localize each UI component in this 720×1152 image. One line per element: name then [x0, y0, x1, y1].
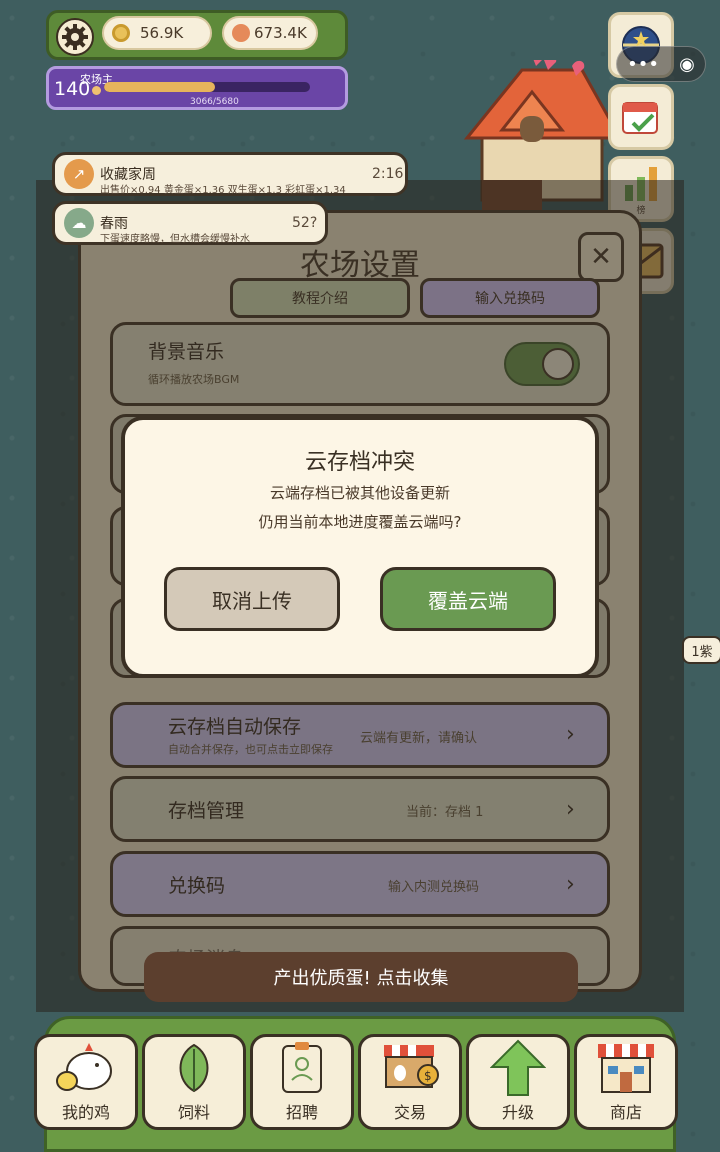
copper-coin-icon [232, 24, 250, 42]
shop-icon [598, 1044, 654, 1093]
nav-label: 招聘 [285, 1103, 318, 1122]
chevron-right-icon: › [566, 872, 575, 897]
nav-upgrade[interactable]: 升级 [466, 1034, 570, 1130]
upgrade-arrow-icon [490, 1039, 546, 1096]
nav-shop[interactable]: 商店 [574, 1034, 678, 1130]
weather-timer: 52? [292, 215, 318, 231]
cancel-upload-label: 取消上传 [212, 588, 292, 613]
tutorial-button[interactable]: 教程介绍 [230, 278, 410, 318]
nav-recruit[interactable]: 招聘 [250, 1034, 354, 1130]
market-stall-icon: $ [384, 1045, 439, 1088]
dialog-message-line-1: 云端存档已被其他设备更新 [269, 484, 450, 502]
redeem-code-value: 输入内测兑换码 [388, 880, 480, 895]
chevron-right-icon: › [566, 797, 575, 822]
close-button[interactable]: ✕ [578, 232, 624, 282]
tutorial-label: 教程介绍 [292, 291, 348, 307]
id-badge-icon [282, 1042, 322, 1093]
nav-feed[interactable]: 饲料 [142, 1034, 246, 1130]
dialog-title: 云存档冲突 [304, 450, 415, 475]
calendar-check-icon [622, 102, 658, 134]
nav-trade[interactable]: $ 交易 [358, 1034, 462, 1130]
event-description: 出售价×0.94 黄金蛋×1.36 双生蛋×1.3 彩虹蛋×1.34 [100, 185, 346, 196]
collect-eggs-toast[interactable]: 产出优质蛋! 点击收集 [144, 952, 578, 1002]
nav-label: 我的鸡 [61, 1103, 110, 1122]
nav-label: 饲料 [177, 1103, 210, 1122]
mini-program-capsule[interactable]: ••• ◉ [616, 46, 706, 82]
nav-label: 交易 [393, 1103, 426, 1122]
nav-label: 商店 [609, 1103, 642, 1122]
leaf-icon [179, 1043, 209, 1093]
checkin-button[interactable] [608, 84, 674, 150]
cloud-autosave-status: 云端有更新，请确认 [360, 731, 478, 746]
save-management-title: 存档管理 [168, 800, 245, 822]
redeem-code-label: 输入兑换码 [475, 291, 545, 307]
redeem-code-button[interactable]: 输入兑换码 [420, 278, 600, 318]
chevron-right-icon: › [566, 722, 575, 747]
overwrite-cloud-label: 覆盖云端 [428, 588, 508, 613]
close-icon: ✕ [590, 242, 612, 272]
nav-label: 升级 [501, 1103, 534, 1122]
coin-icon [112, 24, 130, 42]
xp-progress-fill [104, 82, 216, 92]
nav-my-chickens[interactable]: 我的鸡 [34, 1034, 138, 1130]
redeem-code-title: 兑换码 [168, 875, 226, 897]
event-timer: 2:16 [372, 166, 404, 182]
xp-progress-bar [104, 82, 310, 92]
coin-counter[interactable]: 56.9K [102, 16, 212, 50]
overwrite-cloud-button[interactable]: 覆盖云端 [380, 567, 556, 631]
toast-text: 产出优质蛋! 点击收集 [273, 968, 449, 989]
rain-cloud-icon: ☁ [64, 208, 94, 238]
chicken-tag: 1紫 [682, 636, 720, 664]
bgm-subtitle: 循环播放农场BGM [148, 373, 240, 386]
chicken-tag-text: 1紫 [691, 644, 713, 660]
gem-value: 673.4K [254, 24, 307, 42]
settings-button[interactable] [56, 18, 94, 56]
cancel-upload-button[interactable]: 取消上传 [164, 567, 340, 631]
xp-text: 3066/5680 [190, 97, 239, 107]
bgm-title: 背景音乐 [148, 341, 225, 363]
coin-value: 56.9K [140, 24, 184, 42]
cloud-autosave-title: 云存档自动保存 [168, 716, 302, 738]
chicken-icon [56, 1043, 112, 1091]
more-icon[interactable]: ••• [627, 54, 659, 75]
svg-text:$: $ [424, 1069, 432, 1083]
bgm-toggle[interactable] [504, 342, 580, 386]
xp-dot [92, 86, 101, 95]
save-management-value: 当前：存档 1 [406, 805, 484, 820]
cloud-autosave-subtitle: 自动合并保存，也可点击立即保存 [168, 743, 333, 756]
toggle-knob [542, 348, 574, 380]
capsule-close-icon[interactable]: ◉ [679, 54, 695, 75]
dialog-message-line-2: 仍用当前本地进度覆盖云端吗? [258, 513, 462, 531]
gear-icon [62, 24, 88, 50]
weather-description: 下蛋速度略慢，但水槽会缓慢补水 [100, 234, 250, 245]
arrow-up-right-icon: ↗ [64, 159, 94, 189]
gem-counter[interactable]: 673.4K [222, 16, 318, 50]
